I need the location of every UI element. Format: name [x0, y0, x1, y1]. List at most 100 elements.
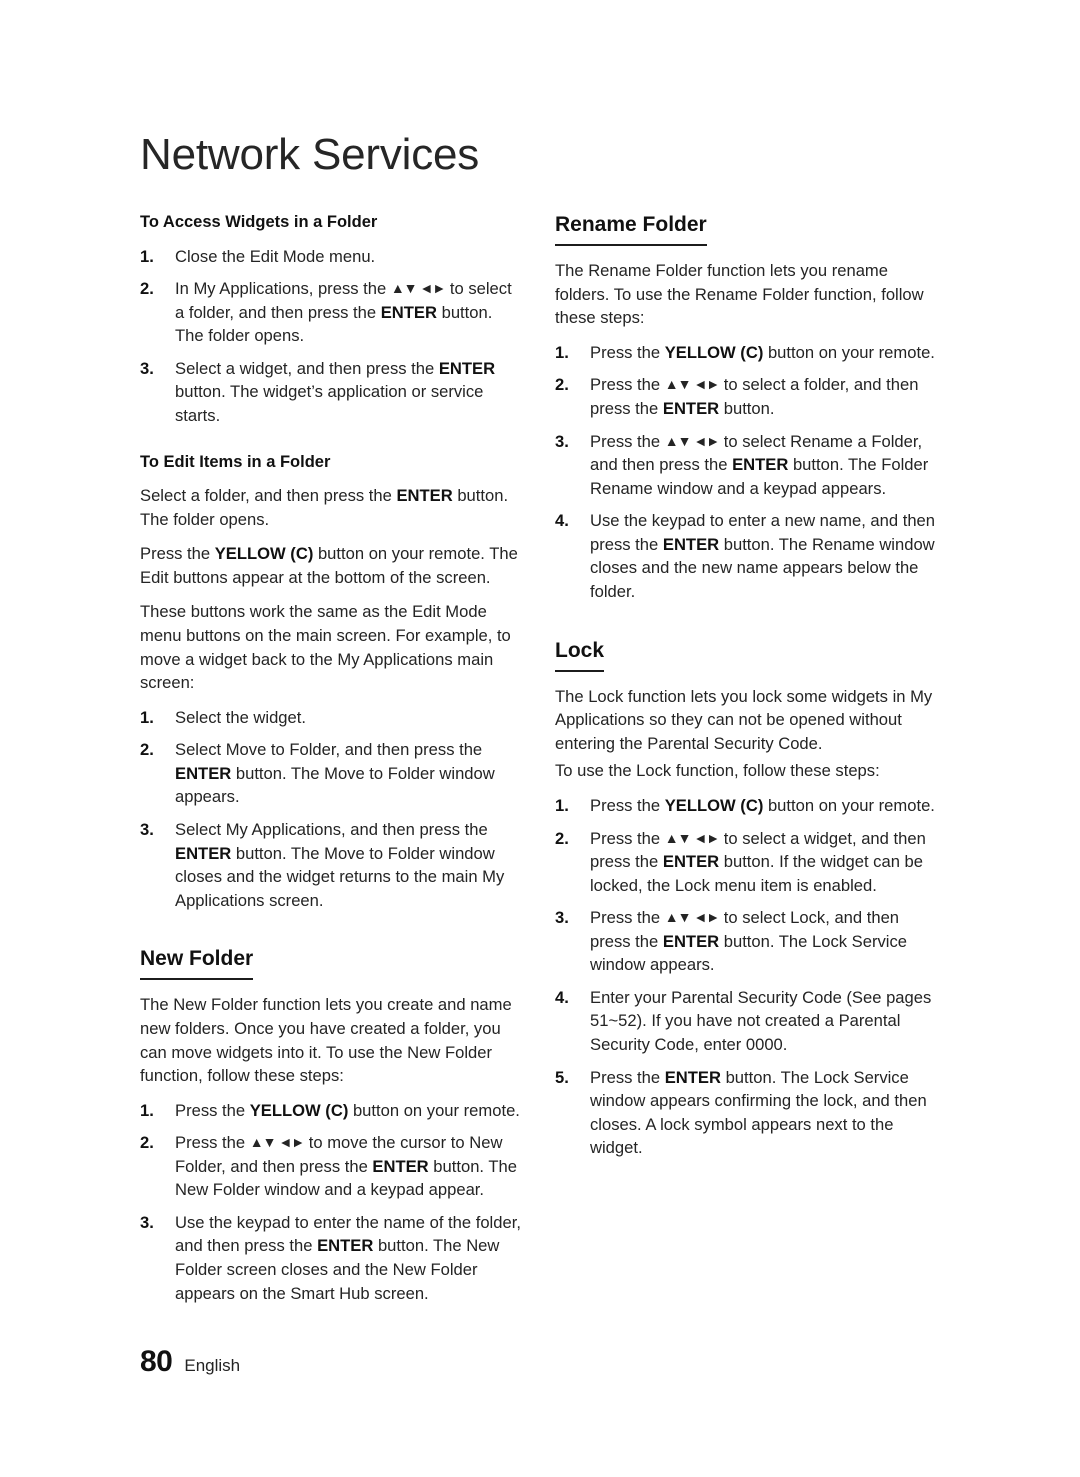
list-item: 2. Press the ▲▼ ◄► to select a folder, and…	[555, 373, 940, 420]
section-heading-rename-folder-wrap: Rename Folder	[555, 212, 940, 247]
direction-arrows-icon: ▲▼ ◄►	[390, 280, 446, 297]
list-item-number: 4.	[555, 511, 569, 531]
list-item-text: Select a widget, and then press the ENTE…	[175, 358, 496, 425]
list-item-number: 3.	[555, 431, 569, 451]
list-item-number: 2.	[140, 1133, 154, 1153]
direction-arrows-icon: ▲▼ ◄►	[664, 432, 720, 449]
emphasis-text: YELLOW (C)	[249, 1100, 349, 1120]
list-item-text: Close the Edit Mode menu.	[175, 246, 376, 266]
list-item: 3. Use the keypad to enter the name of th…	[140, 1211, 525, 1305]
section-heading-new-folder-wrap: New Folder	[140, 946, 525, 981]
intro-lock: The Lock function lets you lock some wid…	[555, 685, 940, 756]
list-item: 2. Select Move to Folder, and then press …	[140, 738, 525, 809]
list-item: 1. Press the YELLOW (C) button on your re…	[555, 794, 940, 818]
list-item-number: 2.	[555, 375, 569, 395]
emphasis-text: ENTER	[175, 763, 232, 783]
list-item: 3. Press the ▲▼ ◄► to select Rename a Fold…	[555, 430, 940, 501]
emphasis-text: ENTER	[372, 1156, 429, 1176]
list-item-text: Press the ▲▼ ◄► to select a widget, and t…	[590, 828, 926, 895]
section-heading-lock-wrap: Lock	[555, 638, 940, 672]
emphasis-text: ENTER	[662, 534, 720, 554]
list-item: 2. Press the ▲▼ ◄► to move the cursor to N…	[140, 1131, 525, 1202]
paragraph: The Rename Folder function lets you rena…	[555, 261, 924, 328]
section-heading-rename-folder: Rename Folder	[555, 212, 707, 247]
section-heading-lock: Lock	[555, 638, 605, 672]
list-item: 5. Press the ENTER button. The Lock Servi…	[555, 1066, 940, 1160]
direction-arrows-icon: ▲▼ ◄►	[249, 1134, 305, 1151]
paragraph: Select a folder, and then press the ENTE…	[140, 486, 509, 529]
direction-arrows-icon: ▲▼ ◄►	[664, 376, 720, 393]
page-language: English	[184, 1356, 241, 1375]
list-item: 3. Select My Applications, and then press…	[140, 818, 525, 912]
paragraphs-to-edit-items: Select a folder, and then press the ENTE…	[140, 484, 525, 695]
right-column: Rename Folder The Rename Folder function…	[555, 212, 940, 1171]
list-item-text: In My Applications, press the ▲▼ ◄► to se…	[175, 279, 512, 346]
emphasis-text: YELLOW (C)	[214, 544, 314, 564]
direction-arrows-icon: ▲▼ ◄►	[664, 829, 720, 846]
list-item-text: Press the ENTER button. The Lock Service…	[590, 1067, 927, 1158]
intro-rename-folder: The Rename Folder function lets you rena…	[555, 259, 940, 330]
paragraph: These buttons work the same as the Edit …	[140, 602, 511, 693]
emphasis-text: ENTER	[732, 455, 789, 475]
list-item-text: Select My Applications, and then press t…	[175, 819, 505, 910]
paragraph: To use the Lock function, follow these s…	[555, 761, 880, 781]
list-item: 2. In My Applications, press the ▲▼ ◄► to …	[140, 277, 525, 348]
manual-page: Network Services To Access Widgets in a …	[0, 0, 1080, 1477]
left-column: To Access Widgets in a Folder 1. Close th…	[140, 212, 525, 1316]
list-item: 4. Enter your Parental Security Code (See…	[555, 986, 940, 1057]
page-footer: 80 English	[140, 1345, 240, 1379]
list-item-number: 3.	[140, 819, 154, 839]
steps-new-folder: 1. Press the YELLOW (C) button on your re…	[140, 1099, 525, 1306]
body-columns: To Access Widgets in a Folder 1. Close th…	[140, 212, 940, 1316]
emphasis-text: ENTER	[662, 931, 720, 951]
emphasis-text: ENTER	[438, 358, 496, 378]
subheading-to-access-widgets: To Access Widgets in a Folder	[140, 213, 378, 231]
list-item-text: Press the ▲▼ ◄► to select a folder, and t…	[590, 375, 919, 418]
list-item-text: Use the keypad to enter the name of the …	[175, 1212, 521, 1303]
list-item-number: 1.	[555, 342, 569, 362]
emphasis-text: ENTER	[396, 486, 453, 506]
page-number: 80	[140, 1345, 173, 1378]
list-item-number: 2.	[555, 828, 569, 848]
page-title: Network Services	[140, 130, 480, 179]
list-item-text: Press the ▲▼ ◄► to select Lock, and then …	[590, 908, 907, 975]
list-item-text: Press the ▲▼ ◄► to select Rename a Folder…	[590, 431, 929, 498]
emphasis-text: ENTER	[662, 399, 720, 418]
list-item-text: Select Move to Folder, and then press th…	[175, 740, 495, 807]
direction-arrows-icon: ▲▼ ◄►	[664, 909, 720, 926]
emphasis-text: ENTER	[664, 1067, 721, 1087]
list-item-number: 3.	[140, 358, 154, 378]
list-item-text: Use the keypad to enter a new name, and …	[590, 511, 936, 601]
list-item-number: 2.	[140, 279, 154, 299]
list-item: 1. Press the YELLOW (C) button on your re…	[555, 341, 940, 365]
list-item-number: 5.	[555, 1067, 569, 1087]
list-item: 2. Press the ▲▼ ◄► to select a widget, and…	[555, 827, 940, 898]
list-item: 1. Select the widget.	[140, 706, 525, 730]
list-item-text: Select the widget.	[175, 707, 306, 727]
list-item-number: 1.	[555, 795, 569, 815]
list-item-number: 1.	[140, 246, 154, 266]
emphasis-text: ENTER	[662, 852, 720, 872]
list-item: 4. Use the keypad to enter a new name, an…	[555, 509, 940, 603]
list-item-number: 3.	[555, 908, 569, 928]
list-item: 1. Close the Edit Mode menu.	[140, 245, 525, 269]
subheading-to-edit-items: To Edit Items in a Folder	[140, 452, 331, 471]
steps-to-access-widgets: 1. Close the Edit Mode menu. 2. In My Appli…	[140, 245, 525, 428]
steps-lock: 1. Press the YELLOW (C) button on your re…	[555, 794, 940, 1160]
list-item-number: 3.	[140, 1212, 154, 1232]
steps-to-edit-items: 1. Select the widget. 2. Select Move to Fol…	[140, 706, 525, 913]
paragraph: The Lock function lets you lock some wid…	[555, 686, 933, 753]
emphasis-text: YELLOW (C)	[664, 795, 764, 815]
emphasis-text: ENTER	[317, 1236, 374, 1256]
list-item-text: Press the YELLOW (C) button on your remo…	[590, 342, 935, 362]
list-item-text: Press the YELLOW (C) button on your remo…	[590, 795, 935, 815]
list-item-text: Enter your Parental Security Code (See p…	[590, 987, 932, 1054]
paragraph: The New Folder function lets you create …	[140, 995, 512, 1086]
intro-new-folder: The New Folder function lets you create …	[140, 993, 525, 1087]
emphasis-text: ENTER	[380, 302, 437, 322]
list-item: 1. Press the YELLOW (C) button on your re…	[140, 1099, 525, 1123]
list-item: 3. Press the ▲▼ ◄► to select Lock, and the…	[555, 906, 940, 977]
section-heading-new-folder: New Folder	[140, 946, 254, 981]
emphasis-text: ENTER	[175, 843, 232, 863]
list-item-number: 1.	[140, 1100, 154, 1120]
